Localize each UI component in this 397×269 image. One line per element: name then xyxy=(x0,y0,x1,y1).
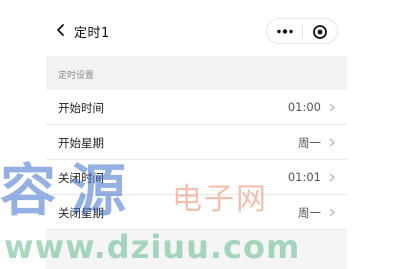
chevron-right-icon xyxy=(329,208,335,217)
row-value: 01:00 xyxy=(287,100,321,114)
row-value: 周一 xyxy=(298,136,321,150)
page-title: 定时1 xyxy=(74,26,110,41)
row-label: 开始时间 xyxy=(58,101,104,115)
chevron-left-icon[interactable] xyxy=(54,23,68,37)
setting-row-start-time[interactable]: 开始时间 01:00 xyxy=(46,90,347,125)
chevron-right-icon xyxy=(329,103,335,112)
more-dots-icon[interactable] xyxy=(275,25,295,38)
target-close-icon[interactable] xyxy=(312,24,328,40)
section-title: 定时设置 xyxy=(58,71,95,81)
row-value: 01:01 xyxy=(287,170,321,184)
capsule-divider xyxy=(302,25,303,38)
watermark-url: www.dziuu.com xyxy=(4,228,301,266)
watermark-logo-text: 容源 xyxy=(0,159,140,224)
watermark-subtitle: 电子网 xyxy=(172,182,268,217)
section-header: 定时设置 xyxy=(46,56,347,90)
navigation-bar: 定时1 xyxy=(46,6,347,56)
row-value: 周一 xyxy=(298,206,321,220)
chevron-right-icon xyxy=(329,173,335,182)
screenshot-page: 定时1 定时设置 开始时间 01:00 开始星期 周一 关闭时间 01:01 关… xyxy=(0,0,397,269)
menu-capsule xyxy=(266,18,338,44)
chevron-right-icon xyxy=(329,138,335,147)
